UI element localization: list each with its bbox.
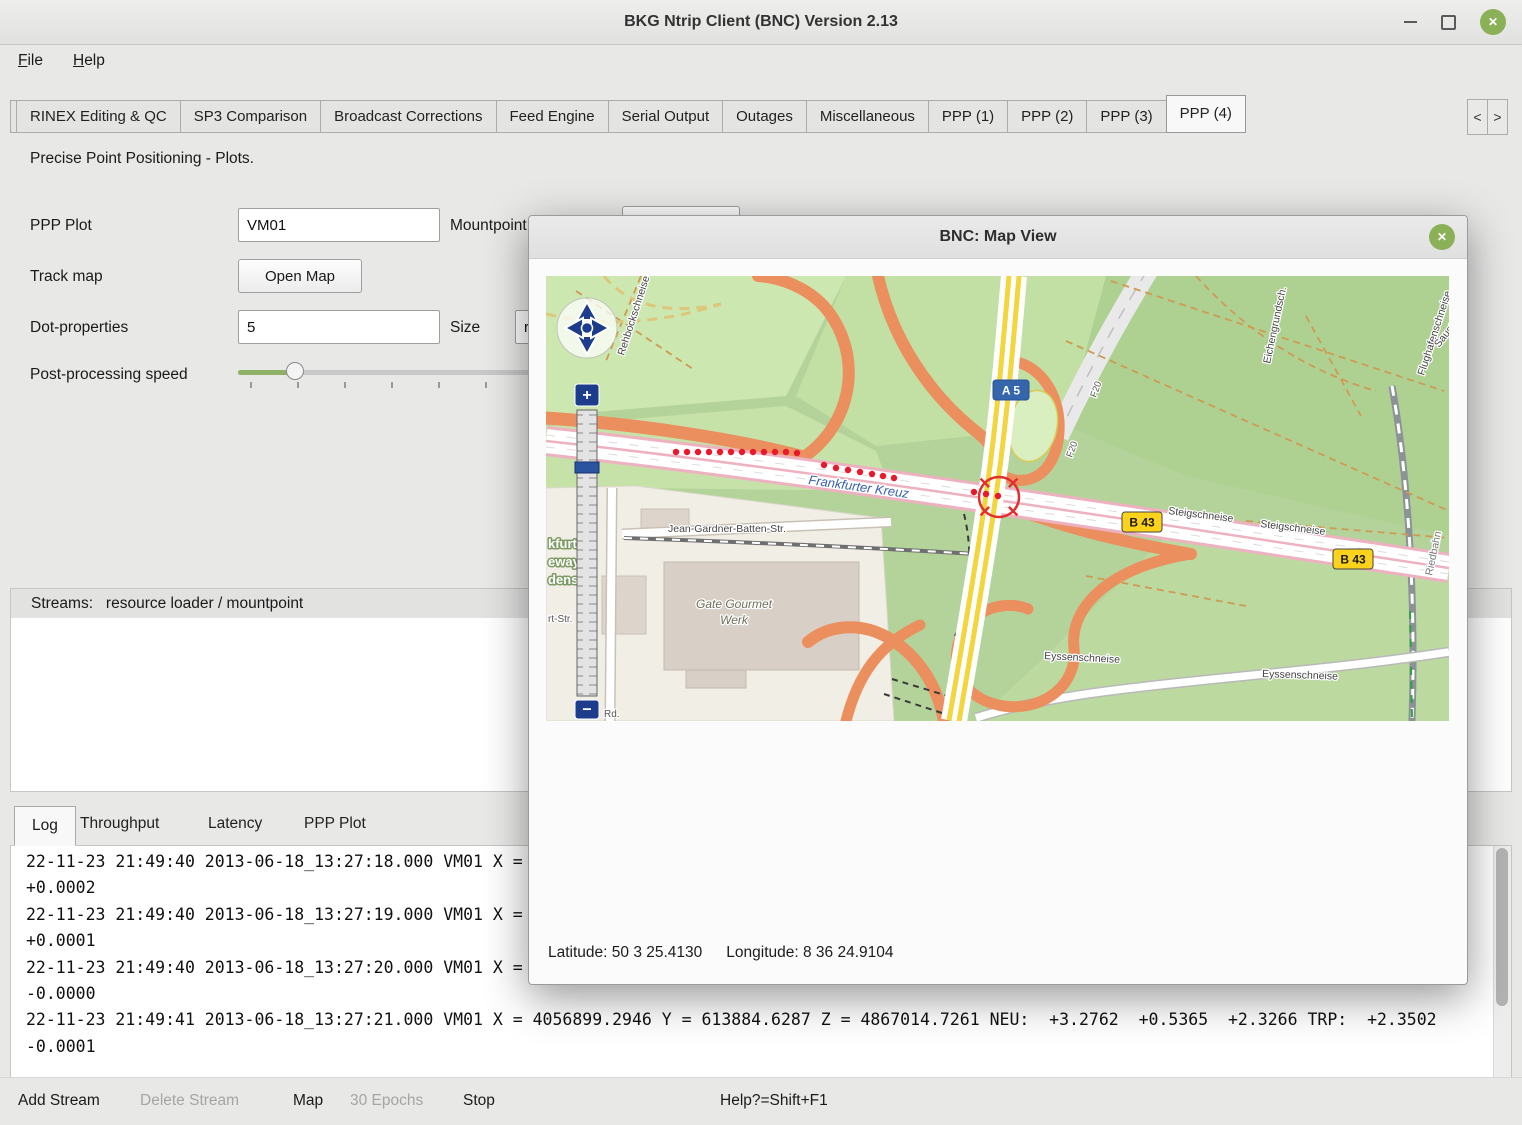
- minimize-icon[interactable]: [1404, 21, 1417, 23]
- tab-miscellaneous[interactable]: Miscellaneous: [806, 100, 929, 133]
- tab-scroll-left-icon[interactable]: <: [1467, 99, 1488, 135]
- slider-tick: [485, 382, 487, 388]
- tab-outages[interactable]: Outages: [722, 100, 807, 133]
- size-label: Size: [450, 319, 480, 337]
- titlebar: BKG Ntrip Client (BNC) Version 2.13 ✕: [0, 0, 1522, 45]
- maximize-icon[interactable]: [1441, 15, 1456, 30]
- bottom-tab-log[interactable]: Log: [14, 806, 76, 846]
- zoom-slider-handle[interactable]: [575, 462, 599, 473]
- stop-button[interactable]: Stop: [463, 1092, 495, 1110]
- place-label-fragment: kfurt-: [548, 536, 581, 551]
- poi-label-line2: Werk: [720, 613, 749, 627]
- menubar: File Help: [0, 44, 1522, 77]
- tab-ppp-3[interactable]: PPP (3): [1086, 100, 1166, 133]
- add-stream-button[interactable]: Add Stream: [18, 1092, 100, 1110]
- tab-feed-engine[interactable]: Feed Engine: [496, 100, 609, 133]
- latitude-readout: Latitude: 50 3 25.4130: [548, 944, 702, 962]
- menu-file[interactable]: File: [18, 52, 43, 70]
- post-processing-speed-label: Post-processing speed: [30, 366, 188, 384]
- longitude-readout: Longitude: 8 36 24.9104: [726, 944, 893, 962]
- dot-properties-label: Dot-properties: [30, 319, 128, 337]
- close-icon[interactable]: ✕: [1480, 9, 1506, 35]
- pan-center-icon: [582, 323, 593, 334]
- epochs-button: 30 Epochs: [350, 1092, 423, 1110]
- place-label-fragment: eway: [548, 554, 581, 569]
- slider-tick: [344, 382, 346, 388]
- slider-tick: [391, 382, 393, 388]
- slider-tick: [438, 382, 440, 388]
- panel-description: Precise Point Positioning - Plots.: [30, 150, 254, 168]
- dialog-close-glyph: ✕: [1437, 230, 1447, 244]
- slider-tick: [250, 382, 252, 388]
- tab-rinex-editing-qc[interactable]: RINEX Editing & QC: [16, 100, 181, 133]
- statusbar: Add Stream Delete Stream Map 30 Epochs S…: [0, 1077, 1522, 1125]
- b43-shield-label: B 43: [1129, 516, 1155, 530]
- dialog-title: BNC: Map View: [939, 228, 1056, 246]
- map-zoom-control[interactable]: + −: [575, 384, 599, 719]
- open-map-button[interactable]: Open Map: [238, 259, 362, 293]
- main-tabbar: RINEX Editing & QC SP3 Comparison Broadc…: [10, 95, 1246, 133]
- speed-slider-handle[interactable]: [286, 362, 304, 380]
- log-scrollbar[interactable]: [1493, 846, 1511, 1077]
- zoom-in-icon[interactable]: +: [582, 387, 591, 404]
- log-line: 22-11-23 21:49:41 2013-06-18_13:27:21.00…: [26, 1007, 1487, 1033]
- window-controls: ✕: [1404, 0, 1506, 44]
- map-status-line: Latitude: 50 3 25.4130 Longitude: 8 36 2…: [548, 944, 894, 962]
- dialog-titlebar: BNC: Map View ✕: [529, 216, 1467, 259]
- zoom-out-icon[interactable]: −: [582, 702, 591, 719]
- bottom-tab-ppp-plot[interactable]: PPP Plot: [304, 815, 366, 833]
- window-title: BKG Ntrip Client (BNC) Version 2.13: [624, 13, 898, 31]
- map-pan-control[interactable]: [557, 298, 617, 358]
- tab-ppp-4[interactable]: PPP (4): [1166, 95, 1246, 133]
- ppp-plot-input[interactable]: [238, 208, 440, 242]
- bnc-main-window: BKG Ntrip Client (BNC) Version 2.13 ✕ Fi…: [0, 0, 1522, 1125]
- tab-ppp-2[interactable]: PPP (2): [1007, 100, 1087, 133]
- dot-size-input[interactable]: [238, 310, 440, 344]
- street-label-fragment: rt-Str.: [548, 614, 572, 625]
- dialog-close-icon[interactable]: ✕: [1429, 224, 1455, 250]
- log-line: -0.0001: [26, 1034, 1487, 1060]
- log-scrollbar-thumb[interactable]: [1496, 848, 1508, 1006]
- tab-sp3-comparison[interactable]: SP3 Comparison: [180, 100, 321, 133]
- tab-serial-output[interactable]: Serial Output: [608, 100, 724, 133]
- bottom-tab-throughput[interactable]: Throughput: [80, 815, 159, 833]
- ppp-plot-label: PPP Plot: [30, 217, 92, 235]
- help-hint: Help?=Shift+F1: [720, 1092, 828, 1110]
- speed-slider[interactable]: [238, 370, 534, 375]
- map-svg: A 5 B 43 B 43 Frankfurter Kreuz Jean-Gar…: [546, 276, 1449, 721]
- poi-label-line1: Gate Gourmet: [696, 597, 773, 611]
- slider-tick: [297, 382, 299, 388]
- street-label-rd: Rd.: [604, 709, 620, 720]
- a5-shield-label: A 5: [1002, 384, 1021, 398]
- tab-broadcast-corrections[interactable]: Broadcast Corrections: [320, 100, 496, 133]
- delete-stream-button: Delete Stream: [140, 1092, 239, 1110]
- mountpoint-label: Mountpoint: [450, 217, 535, 235]
- tab-scroll-right-icon[interactable]: >: [1487, 99, 1508, 135]
- b43-shield-label: B 43: [1340, 553, 1366, 567]
- place-label-fragment: dens: [548, 572, 578, 587]
- close-glyph: ✕: [1488, 15, 1498, 29]
- zoom-slider-track[interactable]: [577, 410, 597, 696]
- map-button[interactable]: Map: [293, 1092, 323, 1110]
- tab-ppp-1[interactable]: PPP (1): [928, 100, 1008, 133]
- map-canvas[interactable]: A 5 B 43 B 43 Frankfurter Kreuz Jean-Gar…: [546, 276, 1449, 721]
- bottom-tab-latency[interactable]: Latency: [208, 815, 262, 833]
- menu-help[interactable]: Help: [73, 52, 105, 70]
- track-map-label: Track map: [30, 268, 103, 286]
- map-view-dialog: BNC: Map View ✕: [528, 215, 1468, 985]
- tab-scroll-buttons: < >: [1468, 99, 1508, 135]
- street-label-jgb: Jean-Gardner-Batten-Str.: [668, 523, 786, 535]
